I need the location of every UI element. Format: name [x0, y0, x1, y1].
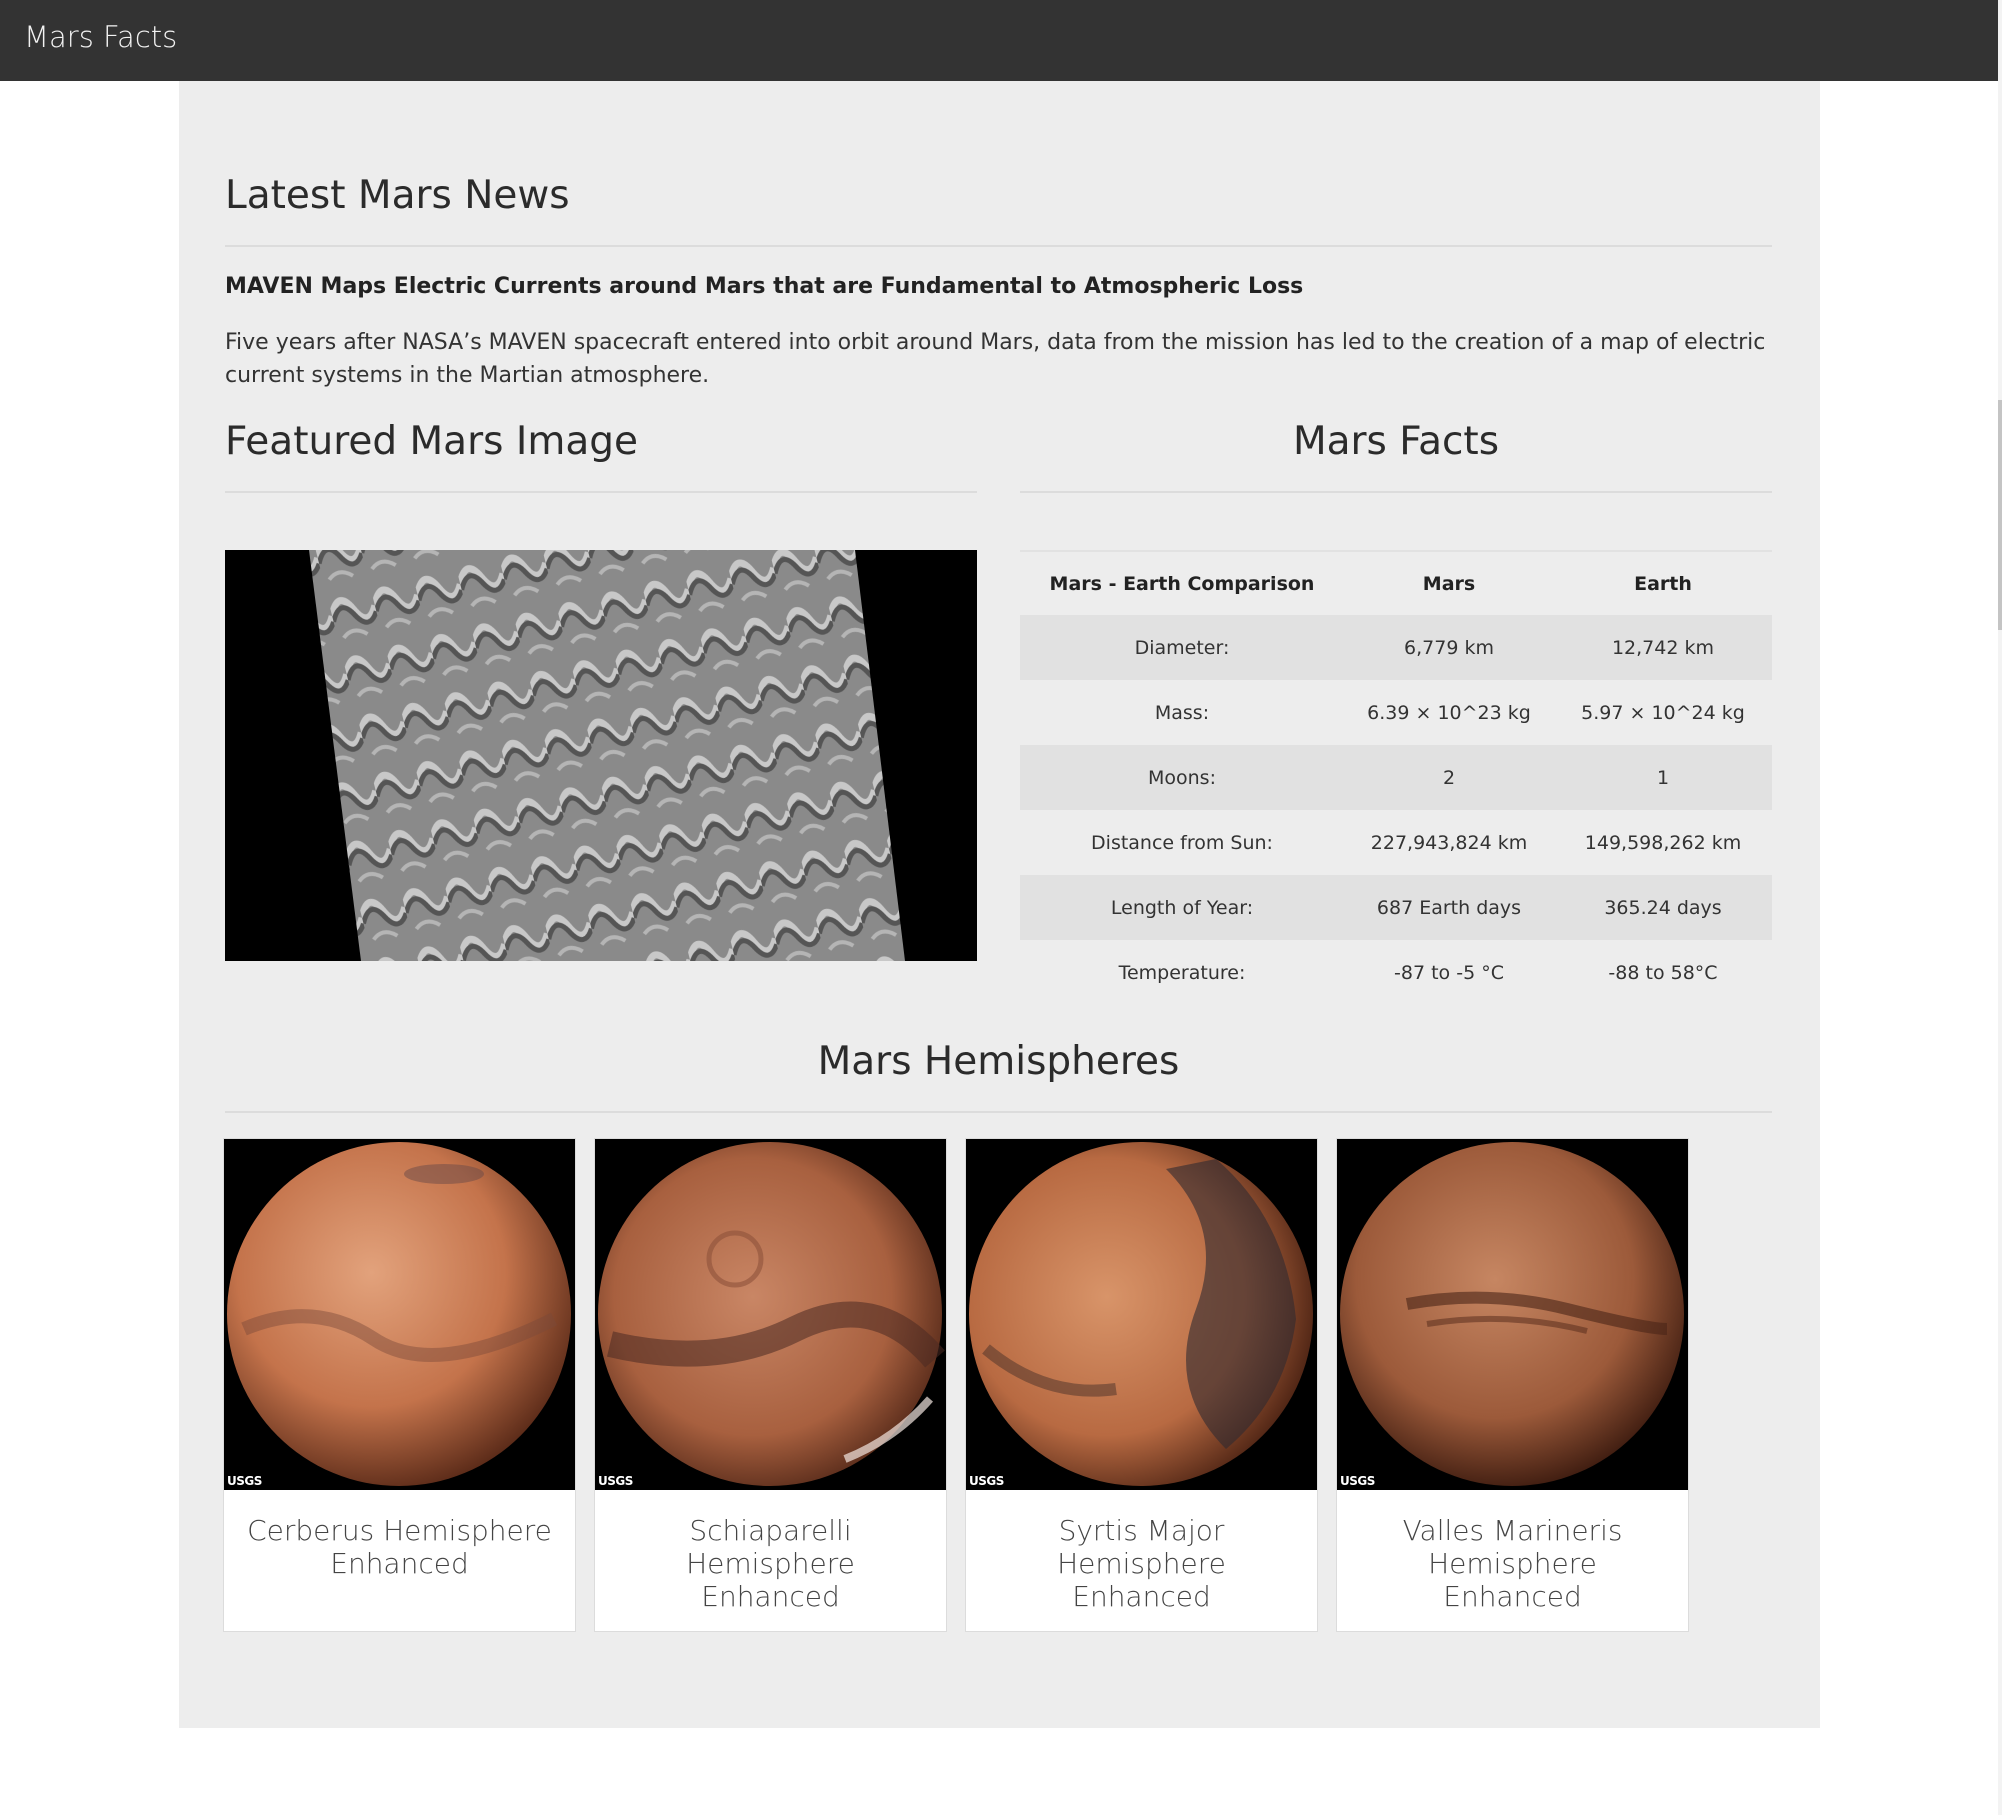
table-row: Diameter: 6,779 km 12,742 km — [1020, 615, 1772, 680]
hemispheres-heading: Mars Hemispheres — [817, 1039, 1180, 1084]
table-cell: 2 — [1442, 766, 1456, 789]
table-cell: 6,779 km — [1404, 636, 1494, 659]
table-cell: 12,742 km — [1611, 636, 1715, 659]
table-header-row: Mars - Earth Comparison Mars Earth — [1020, 551, 1772, 615]
hemisphere-card-schiaparelli[interactable]: USGS Schiaparelli Hemisphere Enhanced — [594, 1138, 947, 1632]
hemispheres-divider — [225, 1111, 1772, 1113]
hemisphere-image[interactable]: USGS — [1337, 1139, 1688, 1490]
facts-heading: Mars Facts — [1292, 419, 1500, 464]
table-cell: Length of Year: — [1110, 896, 1254, 919]
featured-divider — [225, 491, 977, 493]
table-cell: Temperature: — [1118, 961, 1246, 984]
table-row: Distance from Sun: 227,943,824 km 149,59… — [1020, 810, 1772, 875]
featured-heading: Featured Mars Image — [225, 419, 638, 464]
facts-table: Mars - Earth Comparison Mars Earth Diame… — [1020, 550, 1772, 1005]
navbar: Mars Facts — [0, 0, 1998, 81]
table-row: Length of Year: 687 Earth days 365.24 da… — [1020, 875, 1772, 940]
table-cell: 365.24 days — [1604, 896, 1722, 919]
table-header-cell: Mars — [1422, 572, 1476, 595]
news-title: MAVEN Maps Electric Currents around Mars… — [225, 274, 1304, 299]
hemisphere-image[interactable]: USGS — [966, 1139, 1317, 1490]
table-cell: Diameter: — [1134, 636, 1230, 659]
table-row: Mass: 6.39 × 10^23 kg 5.97 × 10^24 kg — [1020, 680, 1772, 745]
table-row: Temperature: -87 to -5 °C -88 to 58°C — [1020, 940, 1772, 1005]
table-cell: -88 to 58°C — [1608, 961, 1718, 984]
news-divider — [225, 245, 1772, 247]
table-cell: 1 — [1656, 766, 1670, 789]
hemisphere-title[interactable]: Syrtis Major Hemisphere Enhanced — [966, 1514, 1317, 1613]
table-cell: 227,943,824 km — [1370, 831, 1528, 854]
table-cell: 5.97 × 10^24 kg — [1581, 701, 1745, 724]
navbar-brand[interactable]: Mars Facts — [24, 20, 177, 54]
hemisphere-card-syrtis-major[interactable]: USGS Syrtis Major Hemisphere Enhanced — [965, 1138, 1318, 1632]
table-cell: 6.39 × 10^23 kg — [1367, 701, 1531, 724]
hemisphere-card-cerberus[interactable]: USGS Cerberus Hemisphere Enhanced — [223, 1138, 576, 1632]
table-header-cell: Mars - Earth Comparison — [1049, 572, 1315, 595]
facts-divider — [1020, 491, 1772, 493]
hemisphere-card-valles-marineris[interactable]: USGS Valles Marineris Hemisphere Enhance… — [1336, 1138, 1689, 1632]
usgs-watermark: USGS — [1340, 1474, 1375, 1488]
scrollbar-thumb[interactable] — [1998, 400, 2002, 630]
news-heading: Latest Mars News — [225, 173, 570, 218]
usgs-watermark: USGS — [598, 1474, 633, 1488]
table-cell: Moons: — [1148, 766, 1216, 789]
usgs-watermark: USGS — [969, 1474, 1004, 1488]
main-container: Latest Mars News MAVEN Maps Electric Cur… — [179, 81, 1820, 1728]
dune-image — [225, 550, 977, 961]
table-cell: 149,598,262 km — [1584, 831, 1742, 854]
hemisphere-title[interactable]: Cerberus Hemisphere Enhanced — [224, 1514, 575, 1580]
hemisphere-title[interactable]: Schiaparelli Hemisphere Enhanced — [595, 1514, 946, 1613]
scrollbar-track[interactable] — [1998, 0, 2002, 1815]
table-cell: Distance from Sun: — [1091, 831, 1273, 854]
hemisphere-image[interactable]: USGS — [595, 1139, 946, 1490]
featured-mars-image[interactable] — [225, 550, 977, 961]
hemisphere-title[interactable]: Valles Marineris Hemisphere Enhanced — [1337, 1514, 1688, 1613]
table-cell: Mass: — [1154, 701, 1210, 724]
table-header-cell: Earth — [1634, 572, 1692, 595]
table-row: Moons: 2 1 — [1020, 745, 1772, 810]
table-cell: 687 Earth days — [1376, 896, 1522, 919]
news-body: Five years after NASA’s MAVEN spacecraft… — [225, 330, 1766, 388]
hemisphere-image[interactable]: USGS — [224, 1139, 575, 1490]
table-cell: -87 to -5 °C — [1394, 961, 1504, 984]
usgs-watermark: USGS — [227, 1474, 262, 1488]
